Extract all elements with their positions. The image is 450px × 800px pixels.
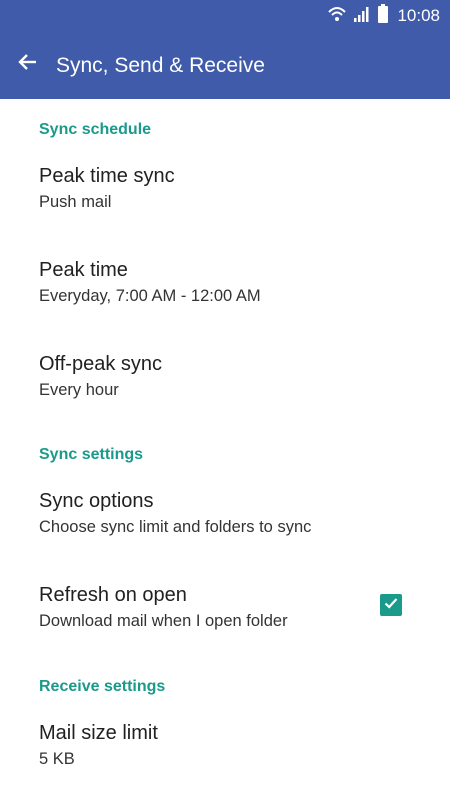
pref-title: Peak time bbox=[39, 259, 128, 281]
pref-title: Sync options bbox=[39, 490, 154, 512]
status-bar: 10:08 bbox=[0, 0, 450, 32]
pref-title: Peak time sync bbox=[39, 165, 175, 187]
check-icon bbox=[383, 595, 399, 616]
section-header-receive-settings: Receive settings bbox=[39, 678, 166, 695]
pref-refresh-on-open[interactable]: Refresh on open Download mail when I ope… bbox=[0, 584, 450, 646]
status-icons: 10:08 bbox=[327, 3, 440, 29]
signal-icon bbox=[353, 5, 371, 28]
section-header-sync-schedule: Sync schedule bbox=[39, 121, 152, 138]
pref-summary: 5 KB bbox=[39, 750, 75, 768]
battery-icon bbox=[377, 3, 389, 29]
refresh-on-open-checkbox[interactable] bbox=[380, 594, 402, 616]
app-bar: Sync, Send & Receive bbox=[0, 32, 450, 99]
back-button[interactable] bbox=[6, 42, 50, 86]
page-title: Sync, Send & Receive bbox=[56, 54, 265, 77]
pref-peak-time-sync[interactable]: Peak time sync Push mail bbox=[0, 165, 450, 227]
arrow-left-icon bbox=[16, 50, 40, 79]
pref-title: Off-peak sync bbox=[39, 353, 163, 375]
pref-summary: Download mail when I open folder bbox=[39, 612, 288, 630]
pref-title: Mail size limit bbox=[39, 722, 158, 744]
pref-summary: Push mail bbox=[39, 193, 112, 211]
pref-peak-time[interactable]: Peak time Everyday, 7:00 AM - 12:00 AM bbox=[0, 259, 450, 321]
pref-summary: Everyday, 7:00 AM - 12:00 AM bbox=[39, 287, 261, 305]
pref-summary: Every hour bbox=[39, 381, 119, 399]
section-header-sync-settings: Sync settings bbox=[39, 446, 144, 463]
status-time: 10:08 bbox=[397, 6, 440, 25]
pref-mail-size-limit[interactable]: Mail size limit 5 KB bbox=[0, 722, 450, 784]
pref-summary: Choose sync limit and folders to sync bbox=[39, 518, 312, 536]
wifi-icon bbox=[327, 5, 347, 28]
pref-off-peak-sync[interactable]: Off-peak sync Every hour bbox=[0, 353, 450, 415]
pref-sync-options[interactable]: Sync options Choose sync limit and folde… bbox=[0, 490, 450, 552]
pref-title: Refresh on open bbox=[39, 584, 187, 606]
